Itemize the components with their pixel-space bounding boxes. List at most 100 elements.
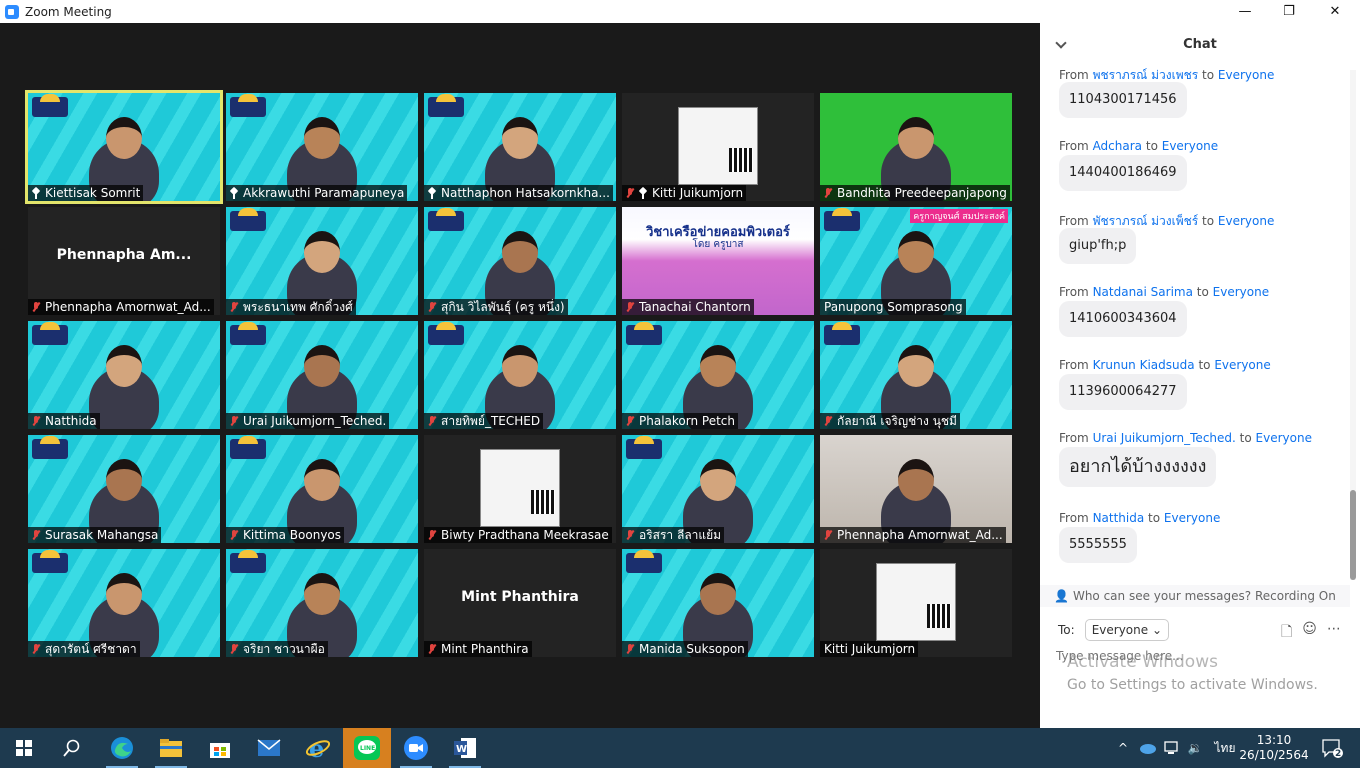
participant-video-tile[interactable]: Bandhita Preedeepanjapong <box>820 93 1012 201</box>
participant-video-tile[interactable]: Kitti Juikumjorn <box>622 93 814 201</box>
participant-video-tile[interactable]: Mint Phanthira Mint Phanthira <box>424 549 616 657</box>
participant-name-label: สุกิน วิไลพันธุ์ (ครู หนึ่ง) <box>424 299 568 315</box>
participant-face <box>700 573 736 615</box>
file-explorer-icon[interactable] <box>147 728 195 768</box>
recipient-dropdown[interactable]: Everyone ⌄ <box>1084 619 1170 641</box>
chat-message-bubble[interactable]: 1440400186469 <box>1059 155 1187 191</box>
muted-mic-icon <box>824 187 832 199</box>
name-caption: ครูกาญจนศ์ สมประสงค์ <box>910 209 1008 223</box>
chevron-down-icon: ⌄ <box>1151 623 1163 637</box>
chat-message-bubble[interactable]: giup'fh;p <box>1059 228 1137 264</box>
sender-name[interactable]: Adchara <box>1093 139 1142 153</box>
volume-icon[interactable]: 🔉 <box>1184 728 1206 768</box>
edge-icon[interactable] <box>98 728 146 768</box>
word-icon[interactable]: W <box>441 728 489 768</box>
muted-mic-icon <box>230 529 238 541</box>
chat-message-list[interactable]: From พชราภรณ์ ม่วงเพชร to Everyone 110430… <box>1040 67 1350 587</box>
participant-video-tile[interactable]: จริยา ชาวนาผือ <box>226 549 418 657</box>
muted-mic-icon <box>428 643 436 655</box>
search-icon[interactable] <box>48 728 96 768</box>
gallery-view: Kiettisak Somrit Akkrawuthi Paramapuneya N… <box>0 23 1040 728</box>
participant-video-tile[interactable]: Phennapha Amornwat_Ad... <box>820 435 1012 543</box>
participant-video-tile[interactable]: Surasak Mahangsa <box>28 435 220 543</box>
participant-video-tile[interactable]: สุดารัตน์ ศรีชาดา <box>28 549 220 657</box>
obs-logo <box>428 322 464 345</box>
muted-mic-icon <box>32 643 40 655</box>
sender-name[interactable]: พชราภรณ์ ม่วงเพชร <box>1093 68 1199 82</box>
mail-icon[interactable] <box>245 728 293 768</box>
participant-video-tile[interactable]: Natthida <box>28 321 220 429</box>
participant-video-tile[interactable]: Natthaphon Hatsakornkha... <box>424 93 616 201</box>
emoji-icon[interactable]: ☺ <box>1302 621 1317 645</box>
recipient-name[interactable]: Everyone <box>1256 431 1312 445</box>
internet-explorer-icon[interactable]: e <box>294 728 342 768</box>
store-icon[interactable] <box>196 728 244 768</box>
participant-video-tile[interactable]: Kitti Juikumjorn <box>820 549 1012 657</box>
participant-video-tile[interactable]: Phennapha Am... Phennapha Amornwat_Ad... <box>28 207 220 315</box>
minimize-button[interactable]: — <box>1222 0 1268 23</box>
maximize-button[interactable]: ❐ <box>1266 0 1312 23</box>
muted-mic-icon <box>230 301 238 313</box>
chat-message-bubble[interactable]: 5555555 <box>1059 527 1137 563</box>
muted-mic-icon <box>32 301 40 313</box>
participant-video-tile[interactable]: วิชาเครือข่ายคอมพิวเตอร์ โดย ครูบาส Tanach… <box>622 207 814 315</box>
sender-name[interactable]: Urai Juikumjorn_Teched. <box>1093 431 1236 445</box>
chat-privacy-notice[interactable]: 👤 Who can see your messages? Recording O… <box>1040 585 1350 607</box>
chat-message-bubble[interactable]: 1410600343604 <box>1059 301 1187 337</box>
file-icon[interactable]: 🗋 <box>1281 621 1292 645</box>
participant-face <box>106 345 142 387</box>
recipient-value: Everyone <box>1091 623 1149 637</box>
participant-video-tile[interactable]: Urai Juikumjorn_Teched. <box>226 321 418 429</box>
obs-logo <box>626 322 662 345</box>
sender-name[interactable]: Krunun Kiadsuda <box>1093 358 1195 372</box>
pin-icon <box>32 188 40 199</box>
participant-video-tile[interactable]: Akkrawuthi Paramapuneya <box>226 93 418 201</box>
close-button[interactable]: ✕ <box>1312 0 1358 23</box>
participant-video-tile[interactable]: ครูกาญจนศ์ สมประสงค์ Panupong Somprasong <box>820 207 1012 315</box>
obs-logo <box>32 322 68 345</box>
clock[interactable]: 13:10 26/10/2564 <box>1239 728 1308 768</box>
recipient-name[interactable]: Everyone <box>1214 358 1270 372</box>
participant-video-tile[interactable]: พระธนาเทพ ศักดิ์วงศ์ <box>226 207 418 315</box>
participant-video-tile[interactable]: กัลยาณี เจริญช่าง นุชมี <box>820 321 1012 429</box>
participant-video-tile[interactable]: Biwty Pradthana Meekrasae <box>424 435 616 543</box>
language-indicator[interactable]: ไทย <box>1210 728 1240 768</box>
chat-scrollbar[interactable] <box>1350 70 1356 580</box>
sender-name[interactable]: พัชราภรณ์ ม่วงเพ็ชร์ <box>1093 214 1199 228</box>
windows-start-icon[interactable] <box>0 728 48 768</box>
chat-message-bubble[interactable]: 1104300171456 <box>1059 82 1187 118</box>
participant-face <box>304 573 340 615</box>
sender-name[interactable]: Natdanai Sarima <box>1093 285 1193 299</box>
participant-video-tile[interactable]: Kiettisak Somrit <box>25 90 223 204</box>
participant-video-tile[interactable]: สายทิพย์_TECHED <box>424 321 616 429</box>
zoom-icon[interactable] <box>392 728 440 768</box>
recipient-name[interactable]: Everyone <box>1218 214 1274 228</box>
participant-video-tile[interactable]: Manida Suksopon <box>622 549 814 657</box>
recipient-name[interactable]: Everyone <box>1213 285 1269 299</box>
participant-video-tile[interactable]: Kittima Boonyos <box>226 435 418 543</box>
chat-message-bubble[interactable]: อยากได้บ้างงงงงง <box>1059 447 1217 487</box>
chat-message-bubble[interactable]: 1139600064277 <box>1059 374 1187 410</box>
obs-logo <box>32 550 68 573</box>
from-word: From <box>1059 68 1089 82</box>
participant-name: Kiettisak Somrit <box>45 186 141 200</box>
recipient-name[interactable]: Everyone <box>1164 511 1220 525</box>
chevron-up-icon[interactable]: ^ <box>1112 728 1134 768</box>
line-icon[interactable]: LINE <box>343 728 391 768</box>
scrollbar-thumb[interactable] <box>1350 490 1356 580</box>
sender-name[interactable]: Natthida <box>1093 511 1145 525</box>
recipient-name[interactable]: Everyone <box>1162 139 1218 153</box>
obs-logo <box>230 322 266 345</box>
participant-name: Phennapha Amornwat_Ad... <box>45 300 211 314</box>
notification-center-icon[interactable]: 2 <box>1312 728 1352 768</box>
recipient-name[interactable]: Everyone <box>1218 68 1274 82</box>
participant-name: Manida Suksopon <box>639 642 745 656</box>
participant-video-tile[interactable]: อริสรา ลีลาแย้ม <box>622 435 814 543</box>
participant-video-tile[interactable]: Phalakorn Petch <box>622 321 814 429</box>
muted-mic-icon <box>32 529 40 541</box>
participant-name: Tanachai Chantorn <box>639 300 751 314</box>
more-icon[interactable]: ⋯ <box>1327 621 1341 645</box>
network-icon[interactable] <box>1160 728 1182 768</box>
onedrive-icon[interactable] <box>1136 728 1158 768</box>
participant-video-tile[interactable]: สุกิน วิไลพันธุ์ (ครู หนึ่ง) <box>424 207 616 315</box>
